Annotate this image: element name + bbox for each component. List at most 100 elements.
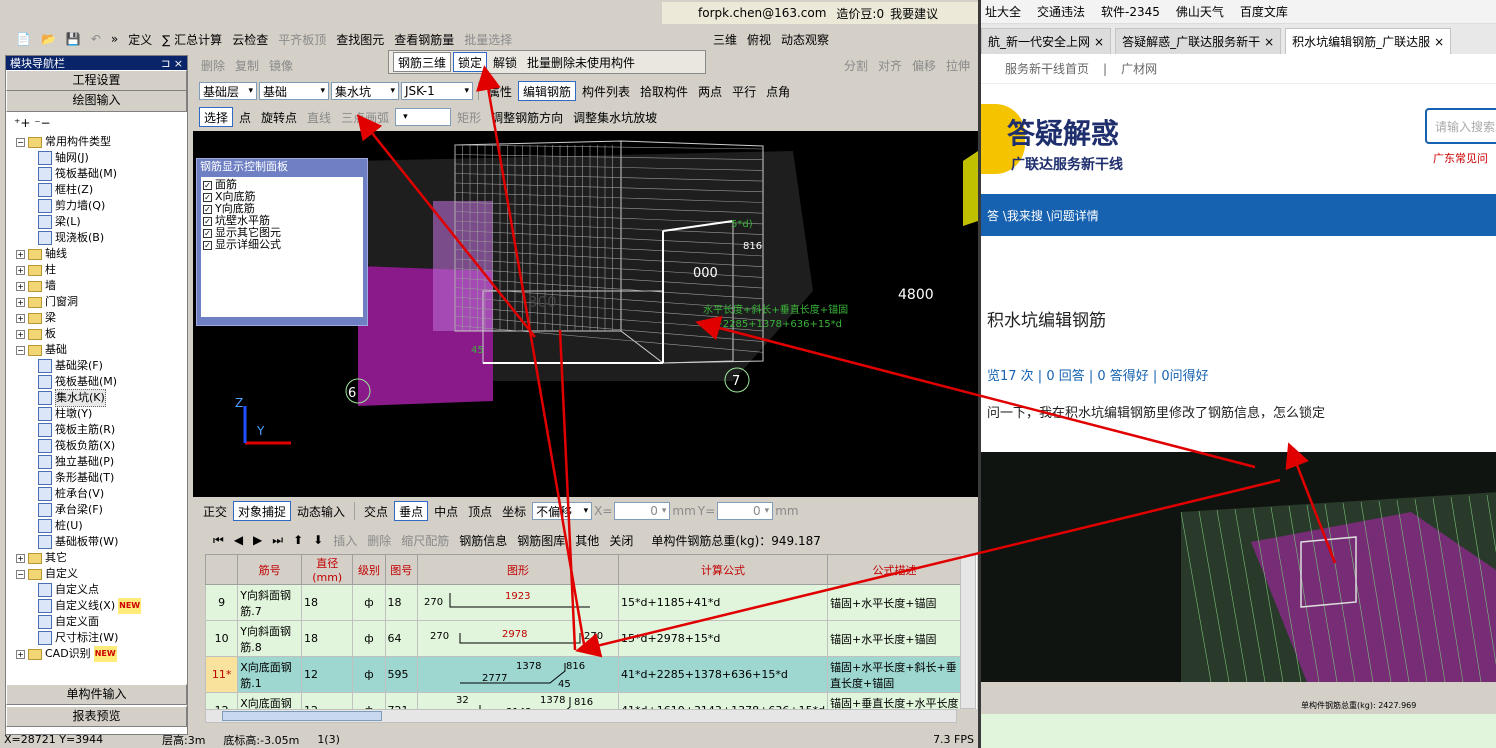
- object-snap-toggle[interactable]: 对象捕捉: [233, 501, 292, 521]
- column-header[interactable]: 图号: [384, 554, 419, 585]
- delete-button[interactable]: 删除: [197, 55, 229, 75]
- toolbar-define[interactable]: 定义: [124, 29, 156, 49]
- expand-icon[interactable]: +: [16, 313, 25, 323]
- tree-item[interactable]: 自定义线(X) NEW: [10, 598, 187, 614]
- check-icon[interactable]: ✓: [203, 228, 212, 238]
- cell-figure-no[interactable]: 64: [384, 620, 419, 657]
- region-link[interactable]: 广东常见问: [1433, 150, 1488, 166]
- expand-icon[interactable]: +: [16, 249, 25, 259]
- browser-tab[interactable]: 航_新一代安全上网 ×: [981, 28, 1112, 54]
- cell-diameter[interactable]: 12: [300, 692, 354, 709]
- nav-link-material[interactable]: 广材网: [1121, 60, 1157, 77]
- rebar-library-button[interactable]: 钢筋图库: [513, 530, 569, 550]
- open-folder-icon[interactable]: 📂: [37, 29, 60, 49]
- dynamic-input-toggle[interactable]: 动态输入: [293, 501, 349, 521]
- check-icon[interactable]: ✓: [203, 192, 212, 202]
- suggest-button[interactable]: 我要建议: [886, 3, 942, 23]
- component-list-button[interactable]: 构件列表: [578, 81, 634, 101]
- tree-item[interactable]: 条形基础(T): [10, 470, 187, 486]
- tree-item[interactable]: 剪力墙(Q): [10, 198, 187, 214]
- check-icon[interactable]: ✓: [203, 240, 212, 250]
- tree-item[interactable]: + CAD识别 NEW: [10, 646, 187, 662]
- tree-item[interactable]: 筏板主筋(R): [10, 422, 187, 438]
- layer-select[interactable]: 基础层: [199, 82, 257, 100]
- cell-formula[interactable]: 15*d+2978+15*d: [618, 620, 829, 657]
- tree-item[interactable]: 筏板负筋(X): [10, 438, 187, 454]
- select-button[interactable]: 选择: [199, 107, 234, 127]
- tree-item[interactable]: 轴网(J): [10, 150, 187, 166]
- toolbar-batch-select[interactable]: 批量选择: [460, 29, 516, 49]
- point-button[interactable]: 点: [235, 107, 255, 127]
- cell-bar-name[interactable]: Y向斜面钢筋.8: [237, 620, 302, 657]
- cell-figure-no[interactable]: 18: [384, 584, 419, 621]
- cell-bar-name[interactable]: X向底面钢筋.1: [237, 656, 302, 693]
- table-row[interactable]: 12X向底面钢筋.212ф721321378816314320704541*d+…: [205, 692, 962, 709]
- table-row[interactable]: 9 Y向斜面钢筋.7 18 ф 18 270 1923 15*d+1185+41*d 锚固+水平…: [205, 584, 962, 621]
- single-input-button[interactable]: 单构件输入: [6, 684, 187, 705]
- browser-tab[interactable]: 积水坑编辑钢筋_广联达服 ×: [1285, 28, 1452, 54]
- tree-item[interactable]: − 常用构件类型: [10, 134, 187, 150]
- tree-item[interactable]: + 柱: [10, 262, 187, 278]
- cell-shape[interactable]: 2777 1378 816 45: [417, 656, 620, 693]
- bookmark-item[interactable]: 址大全: [985, 3, 1021, 20]
- rect-button[interactable]: 矩形: [453, 107, 485, 127]
- tree-item[interactable]: 桩承台(V): [10, 486, 187, 502]
- ortho-toggle[interactable]: 正交: [199, 501, 231, 521]
- tree-item[interactable]: 柱墩(Y): [10, 406, 187, 422]
- line-button[interactable]: 直线: [303, 107, 335, 127]
- adjust-direction-button[interactable]: 调整钢筋方向: [487, 107, 567, 127]
- tree-item[interactable]: 自定义面: [10, 614, 187, 630]
- table-hscroll[interactable]: [205, 709, 957, 723]
- cell-bar-name[interactable]: Y向斜面钢筋.7: [237, 584, 302, 621]
- collapse-icon[interactable]: −: [16, 345, 25, 355]
- view-orbit[interactable]: 动态观察: [777, 29, 833, 49]
- tree-item[interactable]: 现浇板(B): [10, 230, 187, 246]
- expand-collapse-icons[interactable]: ⁺+ ⁻−: [6, 112, 187, 134]
- snap-vertex[interactable]: 顶点: [464, 501, 496, 521]
- snap-intersection[interactable]: 交点: [360, 501, 392, 521]
- delete-row-button[interactable]: 删除: [363, 530, 395, 550]
- tree-item[interactable]: 基础板带(W): [10, 534, 187, 550]
- nav-link-home[interactable]: 服务新干线首页: [1005, 60, 1089, 77]
- bookmark-item[interactable]: 百度文库: [1240, 3, 1288, 20]
- type-select[interactable]: 集水坑: [331, 82, 399, 100]
- y-input[interactable]: 0: [717, 502, 774, 520]
- cell-figure-no[interactable]: 595: [384, 656, 419, 693]
- rebar-info-button[interactable]: 钢筋信息: [455, 530, 511, 550]
- prev-icon[interactable]: ◀: [230, 530, 247, 550]
- toolbar-align-top[interactable]: 平齐板顶: [274, 29, 330, 49]
- bookmark-item[interactable]: 交通违法: [1037, 3, 1085, 20]
- cell-grade[interactable]: ф: [352, 656, 386, 693]
- parallel-button[interactable]: 平行: [728, 81, 760, 101]
- copy-button[interactable]: 复制: [231, 55, 263, 75]
- move-down-icon[interactable]: ⬇: [309, 530, 327, 550]
- tree-item[interactable]: − 自定义: [10, 566, 187, 582]
- expand-icon[interactable]: +: [16, 297, 25, 307]
- cell-diameter[interactable]: 18: [300, 584, 354, 621]
- tree-item[interactable]: + 板: [10, 326, 187, 342]
- tree-item[interactable]: 自定义点: [10, 582, 187, 598]
- tree-item[interactable]: 筏板基础(M): [10, 374, 187, 390]
- cell-shape[interactable]: 270 1923: [417, 584, 620, 621]
- close-button[interactable]: 关闭: [605, 530, 637, 550]
- stretch-button[interactable]: 拉伸: [942, 55, 974, 75]
- cell-row-number[interactable]: 9: [205, 584, 239, 621]
- question-screenshot[interactable]: 单构件钢筋总重(kg): 2427.969: [981, 452, 1496, 748]
- cell-grade[interactable]: ф: [352, 620, 386, 657]
- pick-component-button[interactable]: 拾取构件: [636, 81, 692, 101]
- snap-midpoint[interactable]: 中点: [430, 501, 462, 521]
- offset-select[interactable]: 不偏移: [532, 502, 593, 520]
- view-top[interactable]: 俯视: [743, 29, 775, 49]
- check-icon[interactable]: ✓: [203, 180, 212, 190]
- tree-item[interactable]: + 其它: [10, 550, 187, 566]
- bookmark-item[interactable]: 佛山天气: [1176, 3, 1224, 20]
- lock-button[interactable]: 锁定: [453, 52, 488, 72]
- toolbar-cloud-check[interactable]: 云检查: [228, 29, 272, 49]
- property-button[interactable]: 属性: [484, 81, 516, 101]
- browser-tab[interactable]: 答疑解惑_广联达服务新干 ×: [1115, 28, 1282, 54]
- tree-item[interactable]: 尺寸标注(W): [10, 630, 187, 646]
- cell-description[interactable]: 锚固+垂直长度+水平长度+斜长+垂直长度+锚固: [827, 692, 962, 709]
- cell-figure-no[interactable]: 721: [384, 692, 419, 709]
- tab-close-icon[interactable]: ×: [1434, 35, 1444, 49]
- table-row[interactable]: 11* X向底面钢筋.1 12 ф 595 2777 1378 816 45 41*d+2285+…: [205, 656, 962, 693]
